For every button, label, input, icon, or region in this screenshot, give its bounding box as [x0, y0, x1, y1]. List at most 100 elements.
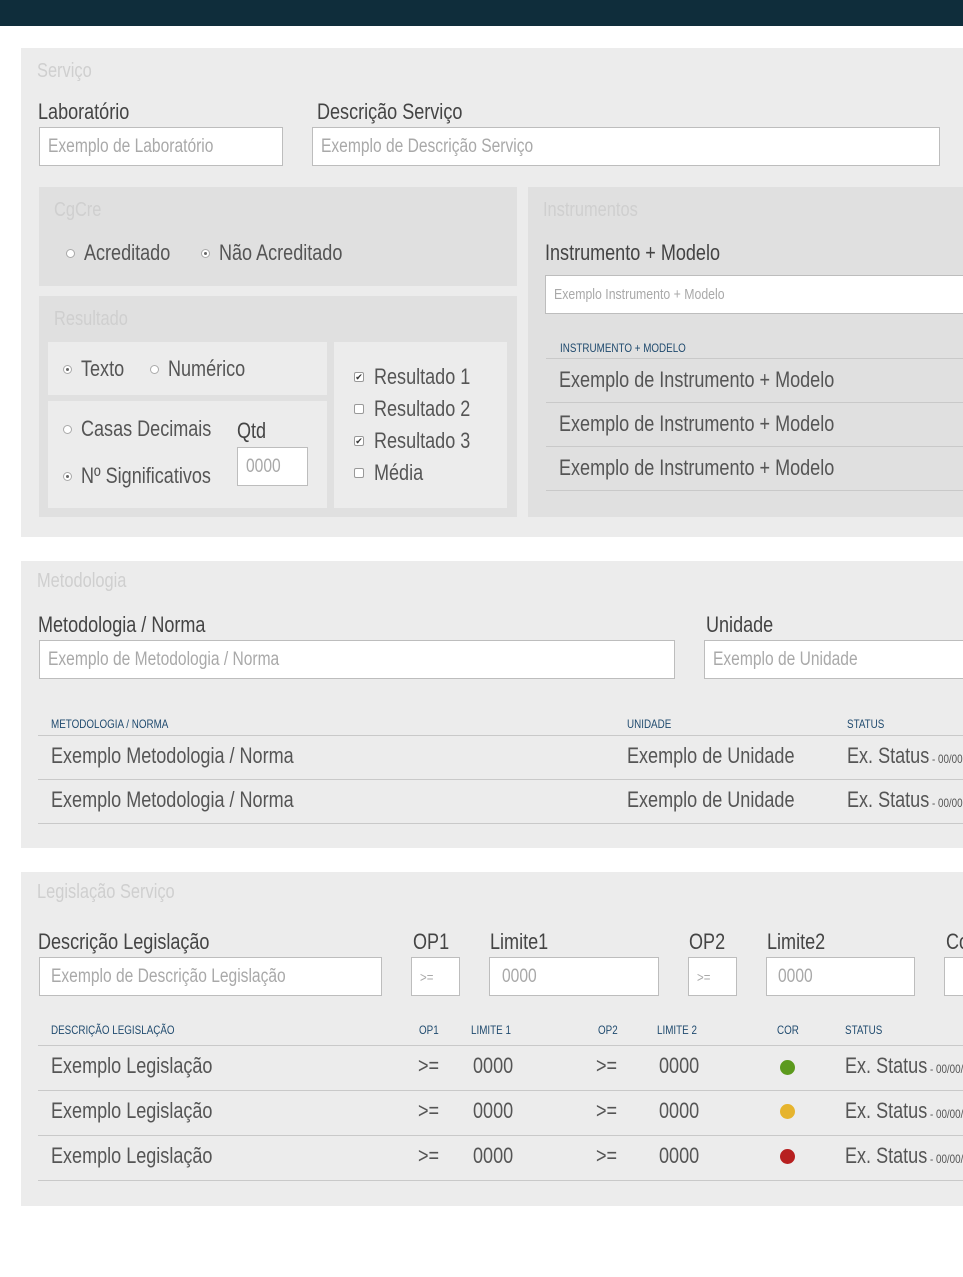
resultado-title: Resultado	[54, 308, 128, 330]
column-header-limite1: LIMITE 1	[471, 1023, 511, 1037]
limite1-label: Limite1	[490, 929, 549, 954]
legislacao-row-op2: >=	[596, 1098, 618, 1123]
limite1-input[interactable]: 0000	[489, 957, 659, 996]
column-header-unidade: UNIDADE	[627, 717, 672, 731]
legislacao-row-limite1: 0000	[473, 1053, 514, 1078]
descricao-legislacao-input[interactable]: Exemplo de Descrição Legislação	[39, 957, 382, 996]
column-header-cor: COR	[777, 1023, 799, 1037]
legislacao-row-descricao[interactable]: Exemplo Legislação	[51, 1098, 212, 1124]
column-header-limite2: LIMITE 2	[657, 1023, 697, 1037]
cor-label: Co	[946, 929, 963, 954]
legislacao-row-status: Ex. Status - 00/00/	[845, 1143, 963, 1168]
radio-icon	[66, 248, 75, 258]
norma-input[interactable]: Exemplo de Metodologia / Norma	[39, 640, 675, 679]
radio-icon	[63, 424, 72, 434]
divider	[38, 823, 963, 824]
resultado-option-texto[interactable]: Texto	[63, 354, 134, 384]
status-color-dot	[780, 1149, 795, 1164]
column-header-status: STATUS	[845, 1023, 883, 1037]
instrumento-row[interactable]: Exemplo de Instrumento + Modelo	[559, 455, 834, 481]
instrumento-row[interactable]: Exemplo de Instrumento + Modelo	[559, 411, 834, 437]
metodologia-row-norma[interactable]: Exemplo Metodologia / Norma	[51, 787, 294, 813]
legislacao-title: Legislação Serviço	[37, 881, 175, 903]
limite2-input[interactable]: 0000	[766, 957, 915, 996]
cor-select[interactable]	[944, 957, 963, 996]
radio-selected-icon	[201, 248, 210, 258]
metodologia-title: Metodologia	[37, 570, 127, 592]
metodologia-row-unidade: Exemplo de Unidade	[627, 743, 795, 768]
resultado-option-numerico[interactable]: Numérico	[150, 354, 262, 384]
divider	[546, 402, 963, 403]
divider	[546, 446, 963, 447]
instrumento-row[interactable]: Exemplo de Instrumento + Modelo	[559, 367, 834, 393]
column-header-op1: OP1	[419, 1023, 439, 1037]
column-header-status: STATUS	[847, 717, 885, 731]
column-header-descricao: DESCRIÇÃO LEGISLAÇÃO	[51, 1023, 175, 1037]
column-header-norma: METODOLOGIA / NORMA	[51, 717, 169, 731]
limite2-label: Limite2	[767, 929, 826, 954]
legislacao-row-limite2: 0000	[659, 1053, 700, 1078]
legislacao-row-op2: >=	[596, 1053, 618, 1078]
legislacao-row-descricao[interactable]: Exemplo Legislação	[51, 1143, 212, 1169]
op2-label: OP2	[689, 929, 726, 954]
instrumento-label: Instrumento + Modelo	[545, 240, 720, 265]
legislacao-row-limite1: 0000	[473, 1143, 514, 1168]
divider	[38, 1090, 963, 1091]
precisao-option-casas-decimais[interactable]: Casas Decimais	[63, 414, 240, 444]
legislacao-row-op2: >=	[596, 1143, 618, 1168]
cgcre-option-acreditado[interactable]: Acreditado	[66, 238, 189, 268]
instrumento-input[interactable]: Exemplo Instrumento + Modelo	[545, 275, 963, 314]
qtd-label: Qtd	[237, 418, 267, 443]
divider	[546, 490, 963, 491]
check-resultado-3[interactable]: ✔ Resultado 3	[354, 426, 491, 456]
unidade-input[interactable]: Exemplo de Unidade	[704, 640, 963, 679]
metodologia-row-unidade: Exemplo de Unidade	[627, 787, 795, 812]
check-media[interactable]: Média	[354, 458, 434, 488]
cgcre-option-nao-acreditado[interactable]: Não Acreditado	[201, 238, 369, 268]
precisao-option-significativos[interactable]: Nº Significativos	[63, 461, 239, 491]
legislacao-row-limite2: 0000	[659, 1098, 700, 1123]
op1-select[interactable]: >=	[411, 957, 460, 996]
instrumentos-title: Instrumentos	[543, 199, 638, 221]
radio-icon	[150, 364, 159, 374]
op2-select[interactable]: >=	[688, 957, 737, 996]
status-color-dot	[780, 1060, 795, 1075]
cgcre-title: CgCre	[54, 199, 102, 221]
op1-label: OP1	[413, 929, 450, 954]
descricao-servico-label: Descrição Serviço	[317, 99, 463, 124]
top-bar	[0, 0, 963, 26]
laboratorio-label: Laboratório	[38, 99, 130, 124]
cgcre-box	[39, 187, 517, 286]
divider	[546, 358, 963, 359]
radio-selected-icon	[63, 471, 72, 481]
checkbox-checked-icon: ✔	[354, 372, 364, 382]
norma-label: Metodologia / Norma	[38, 612, 206, 637]
instrumento-column-header: INSTRUMENTO + MODELO	[560, 341, 686, 355]
descricao-legislacao-label: Descrição Legislação	[38, 929, 210, 954]
check-resultado-2[interactable]: Resultado 2	[354, 394, 491, 424]
legislacao-row-op1: >=	[418, 1143, 440, 1168]
legislacao-row-op1: >=	[418, 1098, 440, 1123]
laboratorio-input[interactable]: Exemplo de Laboratório	[39, 127, 283, 166]
legislacao-row-op1: >=	[418, 1053, 440, 1078]
divider	[38, 1045, 963, 1046]
legislacao-row-limite1: 0000	[473, 1098, 514, 1123]
legislacao-row-descricao[interactable]: Exemplo Legislação	[51, 1053, 212, 1079]
descricao-servico-input[interactable]: Exemplo de Descrição Serviço	[312, 127, 940, 166]
column-header-op2: OP2	[598, 1023, 618, 1037]
status-color-dot	[780, 1104, 795, 1119]
radio-selected-icon	[63, 364, 72, 374]
check-resultado-1[interactable]: ✔ Resultado 1	[354, 362, 491, 392]
divider	[38, 735, 963, 736]
qtd-input[interactable]: 0000	[237, 447, 308, 486]
checkbox-icon	[354, 404, 364, 414]
legislacao-row-status: Ex. Status - 00/00/	[845, 1053, 963, 1078]
metodologia-row-status: Ex. Status - 00/00	[847, 743, 963, 768]
metodologia-row-status: Ex. Status - 00/00	[847, 787, 963, 812]
divider	[38, 1135, 963, 1136]
metodologia-row-norma[interactable]: Exemplo Metodologia / Norma	[51, 743, 294, 769]
checkbox-icon	[354, 468, 364, 478]
divider	[38, 779, 963, 780]
divider	[38, 1180, 963, 1181]
legislacao-row-status: Ex. Status - 00/00/	[845, 1098, 963, 1123]
